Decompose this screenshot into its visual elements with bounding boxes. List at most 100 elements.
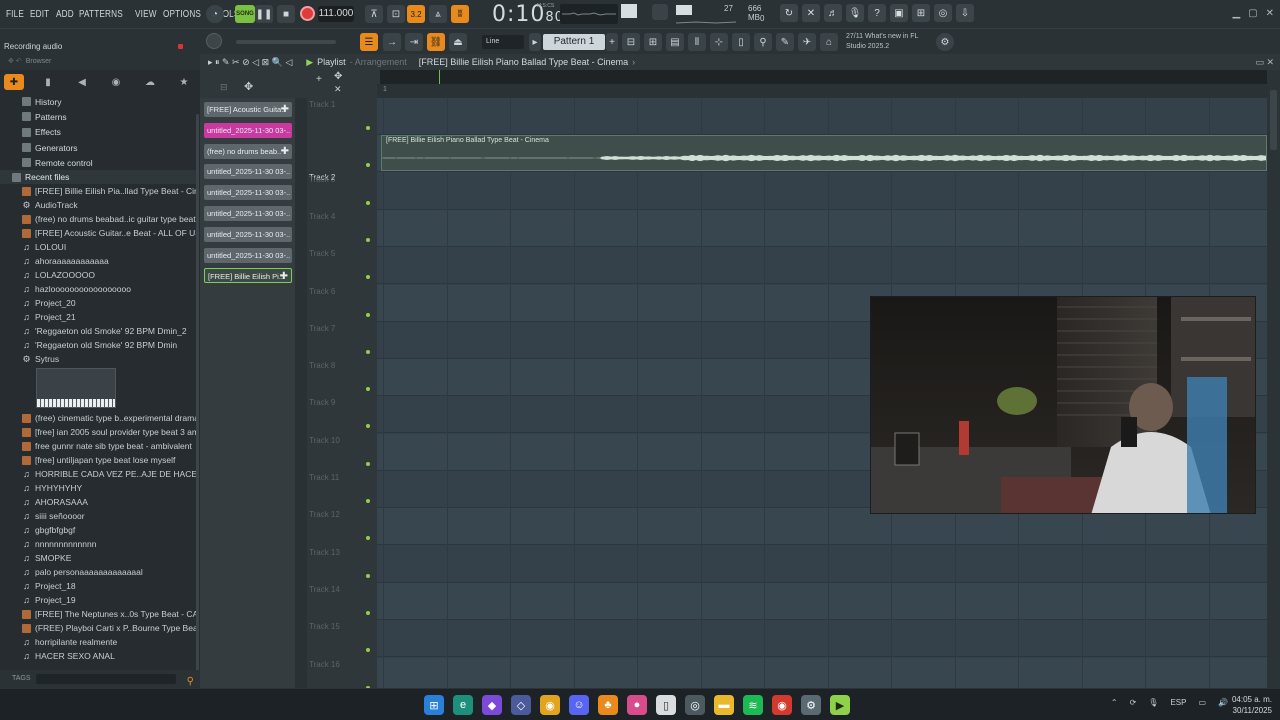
browser-item[interactable]: [FREE] Billie Eilish Pia..llad Type Beat… [0,184,196,198]
playlist-play-icon[interactable]: ▶ [306,57,313,68]
all-tab-icon[interactable]: ✚ [4,74,24,90]
add-pattern-icon[interactable]: + [606,33,618,51]
browser-item[interactable]: [free] ian 2005 soul provider type beat … [0,425,196,439]
close-icon[interactable]: ✕ [1266,8,1274,19]
track-name[interactable]: Track 8 [309,361,371,370]
favorites-tab-icon[interactable]: ★ [174,74,194,90]
undo-history-icon[interactable]: ↻ [780,4,798,22]
browser-scrollbar[interactable] [196,114,199,674]
track-mute-led[interactable] [366,536,370,541]
tray-mic-icon[interactable]: 🎙 [1148,698,1158,707]
browser-item[interactable]: free gunnr nate sib type beat - ambivale… [0,439,196,453]
step-edit-button[interactable]: 3.2 [407,5,425,23]
spotify-icon[interactable]: ≋ [743,695,763,715]
track-name[interactable]: Track 14 [309,585,371,594]
browser-item[interactable]: ♫ LOLAZOOOOO [0,268,196,282]
files-tab-icon[interactable]: ▮ [38,74,58,90]
browser-window-icon[interactable]: ▯ [732,33,750,51]
channel-icon[interactable]: ⊹ [710,33,728,51]
discord-icon[interactable]: ☺ [569,695,589,715]
pattern-mode-icon[interactable]: ☰ [360,33,378,51]
chat-icon[interactable]: ◎ [934,4,952,22]
main-pitch-slider[interactable] [236,40,336,44]
pattern-add-icon[interactable]: ✚ [281,102,289,117]
browser-item[interactable]: ♫ ahoraaaaaaaaaaaa [0,254,196,268]
add-track-icon[interactable]: + [316,74,322,85]
copilot-icon[interactable]: ◆ [482,695,502,715]
pattern-item[interactable]: untitled_2025-11-30 03-.. [204,226,292,242]
track-name[interactable]: Track 3 [309,175,371,184]
browser-item[interactable]: ♫ palo personaaaaaaaaaaaaal [0,565,196,579]
track-mute-led[interactable] [366,648,370,653]
obs-icon[interactable]: ◎ [685,695,705,715]
minimize-icon[interactable]: ▁ [1232,8,1240,19]
file-icon[interactable]: ▯ [656,695,676,715]
mixer-icon[interactable]: ✕ [802,4,820,22]
tempo-display[interactable]: 111.000 [318,6,354,22]
app-green-icon[interactable]: ▶ [830,695,850,715]
browser-item[interactable]: ♫ Project_20 [0,296,196,310]
track-mute-led[interactable] [366,610,370,615]
browser-item[interactable]: Generators [0,140,196,155]
piano-roll-icon[interactable]: ♬ [824,4,842,22]
audio-clip[interactable]: [FREE] Billie Eilish Piano Ballad Type B… [381,135,1267,171]
playlist-tools-icons[interactable]: ▸ ⏸ ✎ ✂ ⊘ ◁ ⊠ 🔍 ◁ [208,57,292,68]
browser-item[interactable]: ⚙ Sytrus [0,352,196,366]
pattern-item[interactable]: untitled_2025-11-30 03-.. [204,206,292,221]
menu-item-options[interactable]: OPTIONS [163,9,201,20]
pattern-item[interactable]: [FREE] Billie Eilish Pi.. ✚ [204,268,292,284]
chrome-icon[interactable]: ◉ [540,695,560,715]
widgets-icon[interactable]: ◇ [511,695,531,715]
browser-item[interactable]: ♫ HACER SEXO ANAL [0,649,196,663]
tray-overflow-icon[interactable]: ⌃ [1111,698,1118,707]
menu-item-patterns[interactable]: PATTERNS [79,9,123,20]
browser-item[interactable]: ♫ Project_21 [0,310,196,324]
menu-item-file[interactable]: FILE [6,9,24,20]
tags-input[interactable] [36,674,176,684]
browser-item[interactable]: ♫ siiii señoooor [0,509,196,523]
pattern-add-icon[interactable]: ✚ [280,269,288,282]
zoom-icon[interactable]: ✥ [244,80,253,93]
pattern-selector[interactable]: Pattern 1 [543,34,605,50]
playlist-scroll-thumb[interactable] [1270,90,1277,150]
browser-item[interactable]: ♫ Project_18 [0,579,196,593]
pattern-item[interactable]: untitled_2025-11-30 03-.. [204,185,292,201]
news-panel[interactable]: 27/11 What's new in FL Studio 2025.2 [846,32,918,52]
resize-icon[interactable]: ✥ [334,71,342,82]
menu-item-view[interactable]: VIEW [135,9,157,20]
edge-icon[interactable]: e [453,695,473,715]
track-mute-led[interactable] [366,387,370,392]
browser-item[interactable]: ♫ HORRIBLE CADA VEZ PE..AJE DE HACER MUSI… [0,467,196,481]
stop-button[interactable]: ■ [277,5,295,23]
snap-icon[interactable]: ⇥ [405,33,423,51]
browser-item[interactable]: ♫ AHORASAAA [0,495,196,509]
browser-item[interactable]: ♫ LOLOUI [0,240,196,254]
browser-item[interactable]: ♫ nnnnnnnnnnnnn [0,537,196,551]
track-name[interactable]: Track 16 [309,660,371,669]
countdown-icon[interactable]: ʬ [451,5,469,23]
browser-item[interactable]: ♫ 'Reggaeton old Smoke' 92 BPM Dmin_2 [0,324,196,338]
track-name[interactable]: Track 15 [309,622,371,631]
track-name[interactable]: Track 7 [309,324,371,333]
master-volume-icon[interactable] [652,4,668,20]
main-volume-knob[interactable] [206,33,222,49]
pattern-item[interactable]: (free) no drums beab.. ✚ [204,143,292,159]
plugin-icon[interactable]: ⊞ [912,4,930,22]
track-name[interactable]: Track 6 [309,287,371,296]
menu-item-add[interactable]: ADD [56,9,74,20]
track-name[interactable]: Track 9 [309,398,371,407]
track-name[interactable]: Track 5 [309,249,371,258]
browser-item[interactable]: Remote control [0,155,196,170]
mixer-window-icon[interactable]: ⫴ [688,33,706,51]
microphone-icon[interactable]: 🎙 [846,4,864,22]
browser-item[interactable]: (free) cinematic type b..experimental dr… [0,411,196,425]
news-settings-icon[interactable]: ⚙ [936,33,954,51]
taskbar-clock[interactable]: 04:05 a. m. 30/11/2025 [1232,694,1272,716]
cloud-tab-icon[interactable]: ☁ [140,74,160,90]
playlist-window-controls[interactable]: ▭ ✕ [1255,57,1274,68]
snap-select[interactable]: Line [482,35,524,49]
stamp-icon[interactable]: ⏏ [449,33,467,51]
maximize-icon[interactable]: ▢ [1248,8,1257,19]
song-mode-button[interactable]: SONG [235,5,255,23]
fl-studio-icon[interactable]: ♣ [598,695,618,715]
